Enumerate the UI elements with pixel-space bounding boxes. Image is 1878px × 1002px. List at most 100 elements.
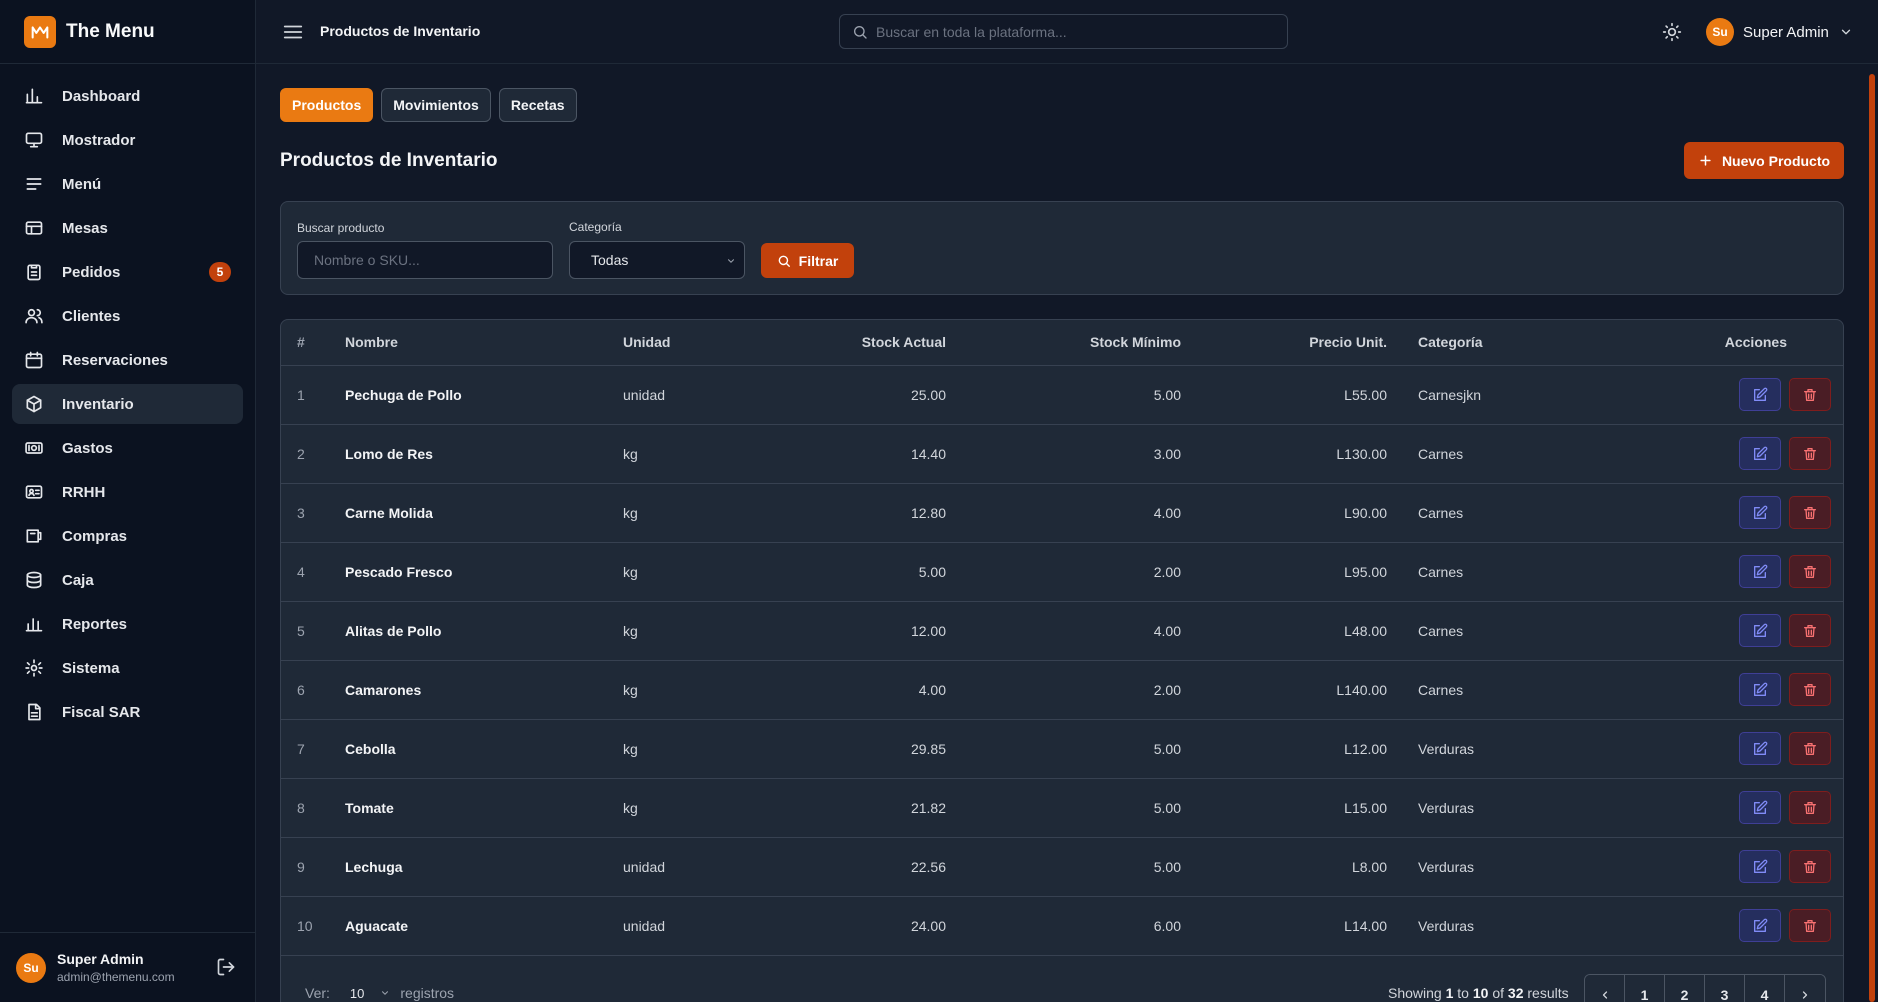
stock-minimo: 5.00 bbox=[946, 719, 1181, 779]
sidebar-item-clientes[interactable]: Clientes bbox=[12, 296, 243, 336]
next-page-button[interactable] bbox=[1785, 975, 1825, 1002]
edit-button[interactable] bbox=[1739, 496, 1781, 529]
tabs: Productos Movimientos Recetas bbox=[280, 88, 585, 122]
delete-button[interactable] bbox=[1789, 437, 1831, 470]
sidebar-item-compras[interactable]: Compras bbox=[12, 516, 243, 556]
prev-page-button[interactable] bbox=[1585, 975, 1625, 1002]
page-button-4[interactable]: 4 bbox=[1745, 975, 1785, 1002]
search-product-input[interactable] bbox=[297, 241, 553, 279]
edit-button[interactable] bbox=[1739, 437, 1781, 470]
showing-total: 32 bbox=[1507, 985, 1524, 1001]
filter-button[interactable]: Filtrar bbox=[761, 243, 854, 278]
new-product-button[interactable]: Nuevo Producto bbox=[1684, 142, 1844, 179]
topbar: Productos de Inventario Su Super Admin bbox=[256, 0, 1878, 64]
product-unit: kg bbox=[623, 483, 793, 543]
table-footer: Ver: 10 registros Showing 1 to 10 of 32 … bbox=[281, 958, 1843, 1002]
avatar[interactable]: Su bbox=[16, 952, 46, 983]
delete-button[interactable] bbox=[1789, 555, 1831, 588]
sidebar-item-inventario[interactable]: Inventario bbox=[12, 384, 243, 424]
global-search[interactable] bbox=[839, 14, 1288, 49]
global-search-input[interactable] bbox=[876, 23, 1276, 40]
unit-price: L14.00 bbox=[1181, 896, 1387, 956]
tab-recetas[interactable]: Recetas bbox=[498, 88, 577, 122]
product-category: Verduras bbox=[1387, 896, 1593, 956]
sidebar-item-label: Menú bbox=[62, 175, 102, 193]
product-name: Pescado Fresco bbox=[345, 542, 623, 602]
monitor-icon bbox=[25, 132, 43, 148]
row-actions bbox=[1593, 601, 1843, 661]
column-header-category: Categoría bbox=[1387, 320, 1593, 366]
edit-button[interactable] bbox=[1739, 732, 1781, 765]
category-select[interactable]: Todas bbox=[569, 241, 745, 279]
row-index: 10 bbox=[281, 896, 345, 956]
users-icon bbox=[25, 308, 43, 324]
sidebar-item-label: Sistema bbox=[62, 659, 120, 677]
table-row: 5 Alitas de Pollo kg 12.00 4.00 L48.00 Carnes bbox=[281, 601, 1843, 661]
pending-orders-badge: 5 bbox=[209, 262, 231, 282]
edit-icon bbox=[1754, 446, 1768, 460]
stock-minimo: 4.00 bbox=[946, 483, 1181, 543]
user-email: admin@themenu.com bbox=[57, 970, 175, 984]
column-header-name: Nombre bbox=[345, 320, 623, 366]
stock-actual: 14.40 bbox=[793, 424, 946, 484]
sidebar-item-reportes[interactable]: Reportes bbox=[12, 604, 243, 644]
sidebar-item-pedidos[interactable]: Pedidos 5 bbox=[12, 252, 243, 292]
sidebar-item-dashboard[interactable]: Dashboard bbox=[12, 76, 243, 116]
stock-minimo: 4.00 bbox=[946, 601, 1181, 661]
unit-price: L95.00 bbox=[1181, 542, 1387, 602]
page-button-2[interactable]: 2 bbox=[1665, 975, 1705, 1002]
page-scrollbar[interactable] bbox=[1864, 64, 1878, 1002]
edit-button[interactable] bbox=[1739, 909, 1781, 942]
edit-button[interactable] bbox=[1739, 614, 1781, 647]
sidebar-item-mesas[interactable]: Mesas bbox=[12, 208, 243, 248]
chevron-left-icon bbox=[1602, 991, 1607, 999]
page-button-1[interactable]: 1 bbox=[1625, 975, 1665, 1002]
edit-icon bbox=[1754, 505, 1768, 519]
user-menu[interactable]: Su Super Admin bbox=[1706, 18, 1853, 46]
edit-button[interactable] bbox=[1739, 673, 1781, 706]
delete-button[interactable] bbox=[1789, 496, 1831, 529]
delete-button[interactable] bbox=[1789, 909, 1831, 942]
sidebar-item-mostrador[interactable]: Mostrador bbox=[12, 120, 243, 160]
sidebar-item-caja[interactable]: Caja bbox=[12, 560, 243, 600]
delete-button[interactable] bbox=[1789, 614, 1831, 647]
brand[interactable]: The Menu bbox=[0, 0, 255, 64]
tab-productos[interactable]: Productos bbox=[280, 88, 374, 122]
edit-icon bbox=[1754, 564, 1768, 578]
edit-button[interactable] bbox=[1739, 850, 1781, 883]
sidebar-item-fiscal-sar[interactable]: Fiscal SAR bbox=[12, 692, 243, 732]
sidebar-item-reservaciones[interactable]: Reservaciones bbox=[12, 340, 243, 380]
delete-button[interactable] bbox=[1789, 791, 1831, 824]
scrollbar-thumb[interactable] bbox=[1869, 74, 1875, 1002]
delete-button[interactable] bbox=[1789, 378, 1831, 411]
table-header-row: # Nombre Unidad Stock Actual Stock Mínim… bbox=[281, 320, 1843, 366]
tab-movimientos[interactable]: Movimientos bbox=[381, 88, 491, 122]
database-icon bbox=[26, 571, 42, 589]
delete-button[interactable] bbox=[1789, 673, 1831, 706]
sun-icon[interactable] bbox=[1662, 22, 1682, 42]
store-icon bbox=[26, 529, 42, 543]
delete-button[interactable] bbox=[1789, 850, 1831, 883]
sidebar-item-rrhh[interactable]: RRHH bbox=[12, 472, 243, 512]
edit-button[interactable] bbox=[1739, 791, 1781, 824]
page-button-3[interactable]: 3 bbox=[1705, 975, 1745, 1002]
edit-button[interactable] bbox=[1739, 555, 1781, 588]
sidebar-item-sistema[interactable]: Sistema bbox=[12, 648, 243, 688]
sidebar-item-label: Pedidos bbox=[62, 263, 121, 281]
showing-to: 10 bbox=[1472, 985, 1489, 1001]
hamburger-menu-icon[interactable] bbox=[282, 21, 304, 43]
row-index: 8 bbox=[281, 778, 345, 838]
logout-icon[interactable] bbox=[216, 957, 236, 977]
table-row: 9 Lechuga unidad 22.56 5.00 L8.00 Verduras bbox=[281, 837, 1843, 897]
chevron-down-icon bbox=[1841, 29, 1851, 35]
stock-actual: 12.80 bbox=[793, 483, 946, 543]
row-index: 1 bbox=[281, 365, 345, 425]
delete-button[interactable] bbox=[1789, 732, 1831, 765]
app-name: The Menu bbox=[66, 20, 155, 42]
sidebar-item-menu[interactable]: Menú bbox=[12, 164, 243, 204]
sidebar-item-gastos[interactable]: Gastos bbox=[12, 428, 243, 468]
per-page-select[interactable]: 10 bbox=[350, 986, 390, 1001]
edit-icon bbox=[1754, 623, 1768, 637]
edit-button[interactable] bbox=[1739, 378, 1781, 411]
category-select-value: Todas bbox=[591, 252, 629, 268]
